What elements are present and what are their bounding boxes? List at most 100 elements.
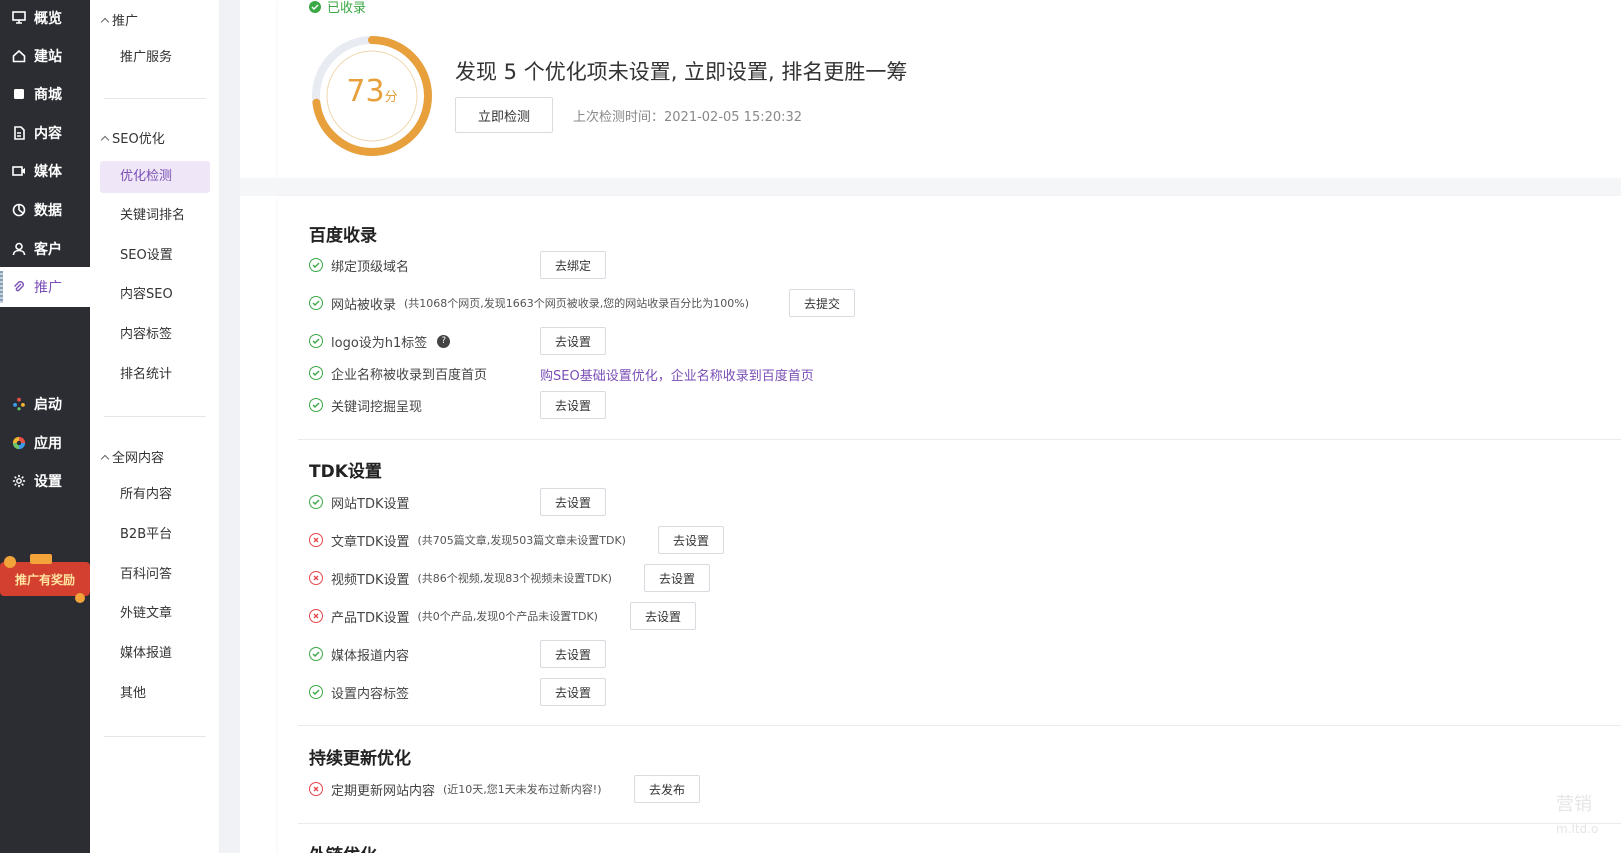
logo-h1-settings-button[interactable]: 去设置 — [540, 327, 607, 355]
chevron-up-icon — [100, 454, 110, 463]
main-sidebar: 概览 建站 商城 内容 媒体 数据 客户 推广 启动 应用 设置 推广有奖励 — [0, 0, 90, 853]
submenu-item-b2b[interactable]: B2B平台 — [100, 519, 210, 551]
nav-label: 商城 — [34, 87, 62, 103]
section-divider — [298, 725, 1621, 726]
row-label: 产品TDK设置 — [331, 610, 410, 626]
check-row-article-tdk: 文章TDK设置 (共705篇文章,发现503篇文章未设置TDK) — [309, 530, 626, 550]
promo-text: 推广有奖励 — [15, 572, 75, 587]
row-label: 关键词挖掘呈现 — [331, 399, 423, 415]
submenu-item-other[interactable]: 其他 — [100, 678, 210, 710]
nav-data[interactable]: 数据 — [0, 190, 90, 230]
nav-apps[interactable]: 应用 — [0, 423, 90, 463]
submenu-item-content-tags[interactable]: 内容标签 — [100, 319, 210, 351]
submenu-item-keyword-ranking[interactable]: 关键词排名 — [100, 200, 210, 232]
submenu-item-seo-settings[interactable]: SEO设置 — [100, 240, 210, 272]
paperclip-icon — [12, 280, 26, 294]
nav-label: 建站 — [34, 49, 62, 65]
nav-promotion[interactable]: 推广 — [0, 267, 90, 307]
document-icon — [12, 126, 26, 140]
submenu-divider — [104, 98, 206, 99]
submenu-item-content-seo[interactable]: 内容SEO — [100, 279, 210, 311]
row-label: logo设为h1标签 — [331, 335, 428, 351]
check-row-media-reports: 媒体报道内容 — [309, 644, 409, 664]
last-check-time: 上次检测时间：2021-02-05 15:20:32 — [573, 110, 803, 125]
nav-label: 概览 — [34, 11, 62, 27]
user-icon — [12, 242, 26, 256]
row-note: (共0个产品,发现0个产品未设置TDK) — [417, 610, 598, 623]
submenu-group-title: SEO优化 — [112, 132, 165, 147]
indexed-label: 已收录 — [327, 1, 367, 16]
video-tdk-settings-button[interactable]: 去设置 — [644, 564, 711, 592]
chart-pie-icon — [12, 203, 26, 217]
row-label: 绑定顶级域名 — [331, 259, 410, 275]
row-label: 设置内容标签 — [331, 686, 410, 702]
indexed-status: 已收录 — [309, 0, 366, 16]
check-row-company-indexed: 企业名称被收录到百度首页 — [309, 363, 487, 383]
row-label: 网站TDK设置 — [331, 496, 410, 512]
score-unit: 分 — [384, 90, 398, 105]
submenu-group-seo[interactable]: SEO优化 — [100, 128, 165, 147]
check-row-content-tags: 设置内容标签 — [309, 682, 409, 702]
submenu-item-qa[interactable]: 百科问答 — [100, 559, 210, 591]
check-now-button[interactable]: 立即检测 — [455, 97, 553, 133]
submenu-item-optimization-check[interactable]: 优化检测 — [100, 161, 210, 193]
error-circle-icon — [309, 609, 323, 623]
submenu-group-web-content[interactable]: 全网内容 — [100, 447, 164, 466]
section-divider — [298, 439, 1621, 440]
row-label: 文章TDK设置 — [331, 534, 410, 550]
submenu-item-media-reports[interactable]: 媒体报道 — [100, 638, 210, 670]
content-tags-settings-button[interactable]: 去设置 — [540, 678, 607, 706]
row-label: 媒体报道内容 — [331, 648, 410, 664]
check-row-site-indexed: 网站被收录 (共1068个网页,发现1663个网页被收录,您的网站收录百分比为1… — [309, 293, 749, 313]
check-ok-icon — [309, 495, 323, 509]
submenu-item-all-content[interactable]: 所有内容 — [100, 479, 210, 511]
check-ok-icon — [309, 366, 323, 380]
bind-domain-button[interactable]: 去绑定 — [540, 251, 607, 279]
nav-overview[interactable]: 概览 — [0, 0, 90, 38]
row-label: 视频TDK设置 — [331, 572, 410, 588]
nav-shop[interactable]: 商城 — [0, 74, 90, 114]
nav-label: 内容 — [34, 126, 62, 142]
nav-label: 客户 — [34, 242, 62, 258]
check-ok-icon — [309, 334, 323, 348]
site-tdk-settings-button[interactable]: 去设置 — [540, 488, 607, 516]
video-icon — [12, 164, 26, 178]
error-circle-icon — [309, 782, 323, 796]
shop-icon — [12, 87, 26, 101]
nav-media[interactable]: 媒体 — [0, 151, 90, 191]
row-label: 定期更新网站内容 — [331, 783, 436, 799]
product-tdk-settings-button[interactable]: 去设置 — [630, 602, 697, 630]
nav-launch[interactable]: 启动 — [0, 384, 90, 424]
publish-button[interactable]: 去发布 — [634, 775, 701, 803]
submenu-group-promotion[interactable]: 推广 — [100, 10, 138, 29]
article-tdk-settings-button[interactable]: 去设置 — [658, 526, 725, 554]
watermark-url: m.ltd.o — [1556, 822, 1599, 836]
buy-seo-link[interactable]: 购SEO基础设置优化，企业名称收录到百度首页 — [540, 365, 814, 384]
check-ok-icon — [309, 685, 323, 699]
row-note: (共86个视频,发现83个视频未设置TDK) — [417, 572, 612, 585]
keyword-mining-settings-button[interactable]: 去设置 — [540, 391, 607, 419]
submenu-divider — [104, 416, 206, 417]
nav-build-site[interactable]: 建站 — [0, 36, 90, 76]
nav-label: 应用 — [34, 436, 62, 452]
promo-reward-banner[interactable]: 推广有奖励 — [0, 554, 90, 604]
chevron-up-icon — [100, 17, 110, 26]
section-divider — [298, 823, 1621, 824]
submenu-group-title: 推广 — [112, 14, 139, 29]
check-ok-icon — [309, 398, 323, 412]
submenu-divider — [104, 736, 206, 737]
submit-button[interactable]: 去提交 — [789, 289, 856, 317]
media-reports-settings-button[interactable]: 去设置 — [540, 640, 607, 668]
submenu-item-ranking-stats[interactable]: 排名统计 — [100, 359, 210, 391]
nav-content[interactable]: 内容 — [0, 113, 90, 153]
section-title-update: 持续更新优化 — [309, 749, 411, 769]
home-icon — [12, 49, 26, 63]
nav-customer[interactable]: 客户 — [0, 229, 90, 269]
nav-label: 推广 — [34, 280, 62, 296]
nav-label: 媒体 — [34, 164, 62, 180]
submenu-item-backlink-articles[interactable]: 外链文章 — [100, 598, 210, 630]
help-icon[interactable]: ? — [437, 334, 451, 348]
submenu-item-promotion-service[interactable]: 推广服务 — [100, 42, 210, 74]
nav-settings[interactable]: 设置 — [0, 461, 90, 501]
card-gap — [240, 178, 1621, 196]
